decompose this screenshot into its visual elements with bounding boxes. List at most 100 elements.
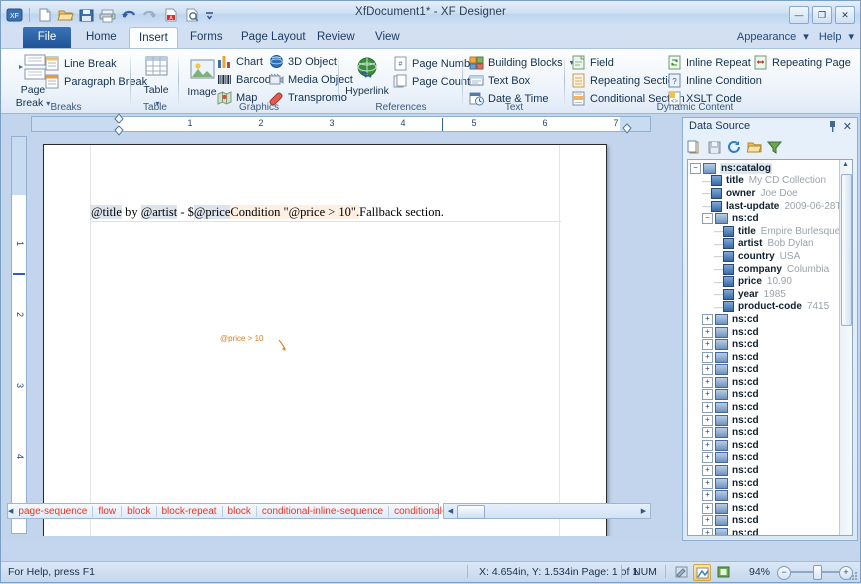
draft-view-icon[interactable] xyxy=(673,564,689,579)
tree-expander[interactable]: + xyxy=(702,414,713,426)
tree-expander[interactable]: + xyxy=(702,351,713,363)
resize-grip-icon[interactable] xyxy=(848,571,858,581)
repeating-page-button[interactable]: Repeating Page xyxy=(753,54,851,71)
tree-expander[interactable]: + xyxy=(702,528,713,535)
tree-scroll-up-arrow[interactable]: ▲ xyxy=(841,161,850,171)
inline-condition-button[interactable]: ? Inline Condition xyxy=(667,72,762,89)
ribbon-right-links[interactable]: Appearance ▾ Help ▾ xyxy=(730,30,854,43)
appearance-menu[interactable]: Appearance xyxy=(737,31,796,43)
tree-expander[interactable]: + xyxy=(702,402,713,414)
tree-node[interactable]: — title Empire Burlesque xyxy=(690,225,840,238)
tag-block[interactable]: block xyxy=(121,505,155,517)
conditional-inline-content[interactable]: Condition "@price > 10". xyxy=(230,205,360,219)
tree-expander[interactable]: + xyxy=(702,339,713,351)
tag-block-2[interactable]: block xyxy=(221,505,256,517)
table-button[interactable]: Table ▾ xyxy=(130,53,182,109)
tree-node[interactable]: + ns:cd xyxy=(690,414,839,427)
tree-node[interactable]: + ns:cd xyxy=(690,502,839,515)
tree-expander[interactable]: + xyxy=(702,439,713,451)
scroll-left-arrow[interactable]: ◀ xyxy=(444,504,457,517)
tree-expander[interactable]: + xyxy=(702,452,713,464)
new-data-source-icon[interactable] xyxy=(687,140,703,155)
tree-node[interactable]: + ns:cd xyxy=(690,426,839,439)
tab-page-layout[interactable]: Page Layout xyxy=(232,27,315,48)
tree-node[interactable]: — last-update 2009-06-28T15: xyxy=(690,200,852,213)
design-view-icon[interactable] xyxy=(693,564,711,581)
tree-node[interactable]: — owner Joe Doe xyxy=(690,187,839,200)
data-source-tree[interactable]: − ns:catalog — title My CD Collection — owner J… xyxy=(687,159,853,536)
tree-node[interactable]: — country USA xyxy=(690,250,839,263)
hyperlink-button[interactable]: Hyperlink xyxy=(339,54,395,97)
scroll-right-arrow[interactable]: ▶ xyxy=(637,504,650,517)
tree-node[interactable]: + ns:cd xyxy=(690,364,839,377)
tree-node[interactable]: + ns:cd xyxy=(690,477,839,490)
tree-node[interactable]: + ns:cd xyxy=(690,389,839,402)
tree-node[interactable]: + ns:cd xyxy=(690,439,839,452)
tab-home[interactable]: Home xyxy=(77,27,126,48)
tag-flow[interactable]: flow xyxy=(92,505,121,517)
line-break-button[interactable]: Line Break xyxy=(45,55,117,72)
tree-expander[interactable]: + xyxy=(702,326,713,338)
field-title[interactable]: @title xyxy=(91,205,122,219)
window-controls[interactable]: — ❐ ✕ xyxy=(789,6,855,24)
field-price[interactable]: @price xyxy=(193,205,231,219)
zoom-slider-handle[interactable] xyxy=(813,565,822,580)
tree-vertical-scrollbar[interactable]: ▲ xyxy=(839,160,852,535)
refresh-icon[interactable] xyxy=(727,140,743,155)
tree-node[interactable]: — price 10.90 xyxy=(690,275,839,288)
tree-node[interactable]: — company Columbia xyxy=(690,263,839,276)
tag-block-repeat[interactable]: block-repeat xyxy=(155,505,222,517)
field-button[interactable]: Field xyxy=(571,54,614,71)
tag-conditional-inline-sequence[interactable]: conditional-inline-sequence xyxy=(255,505,388,517)
chart-button[interactable]: Chart xyxy=(217,53,263,70)
tab-insert[interactable]: Insert xyxy=(129,27,178,48)
horizontal-ruler[interactable]: 1 2 3 4 5 6 7 xyxy=(31,113,651,136)
inline-repeat-button[interactable]: Inline Repeat xyxy=(667,54,751,71)
tree-node[interactable]: + ns:cd xyxy=(690,527,839,535)
field-artist[interactable]: @artist xyxy=(140,205,178,219)
3d-object-button[interactable]: 3D Object xyxy=(269,53,337,70)
tree-node[interactable]: + ns:cd xyxy=(690,338,839,351)
tree-expander[interactable]: + xyxy=(702,313,713,325)
close-icon[interactable]: ✕ xyxy=(843,120,852,133)
tree-node[interactable]: + ns:cd xyxy=(690,401,839,414)
tree-expander[interactable]: + xyxy=(702,502,713,514)
zoom-out-button[interactable]: − xyxy=(777,566,791,580)
save-data-source-icon[interactable] xyxy=(707,140,723,155)
tree-expander[interactable]: + xyxy=(702,364,713,376)
tree-expander[interactable]: + xyxy=(702,376,713,388)
help-menu[interactable]: Help xyxy=(819,31,842,43)
tree-node[interactable]: + ns:cd xyxy=(690,376,839,389)
vertical-ruler[interactable]: 1 2 3 4 xyxy=(11,136,27,534)
barcode-button[interactable]: Barcode xyxy=(217,71,277,88)
filter-icon[interactable] xyxy=(766,140,783,155)
page-count-button[interactable]: Page Count xyxy=(393,73,470,90)
tab-forms[interactable]: Forms xyxy=(181,27,232,48)
tree-expander[interactable]: + xyxy=(702,427,713,439)
help-caret[interactable]: ▾ xyxy=(848,31,854,43)
tree-scroll-thumb[interactable] xyxy=(841,174,852,326)
document-canvas[interactable]: @price > 10 @title by @artist - $@priceC… xyxy=(31,136,651,536)
ribbon-tab-strip[interactable]: File Home Insert Forms Page Layout Revie… xyxy=(1,27,860,48)
tree-node[interactable]: — product-code 7415 xyxy=(690,301,839,314)
tree-expander[interactable]: + xyxy=(702,490,713,502)
tag-page-sequence[interactable]: page-sequence xyxy=(13,506,92,517)
tree-expander[interactable]: − xyxy=(690,162,701,174)
tree-node[interactable]: + ns:cd xyxy=(690,452,839,465)
maximize-button[interactable]: ❐ xyxy=(812,6,832,24)
tree-node[interactable]: − ns:cd xyxy=(690,212,839,225)
tree-node[interactable]: + ns:cd xyxy=(690,351,839,364)
tree-expander[interactable]: + xyxy=(702,389,713,401)
tree-node[interactable]: + ns:cd xyxy=(690,313,839,326)
tab-view[interactable]: View xyxy=(366,27,409,48)
close-button[interactable]: ✕ xyxy=(835,6,855,24)
tree-expander[interactable]: + xyxy=(702,465,713,477)
tree-node[interactable]: — title My CD Collection xyxy=(690,175,839,188)
document-text-line[interactable]: @title by @artist - $@priceCondition "@p… xyxy=(91,205,561,222)
horizontal-scroll-thumb[interactable] xyxy=(457,505,485,519)
building-blocks-button[interactable]: Building Blocks ▾ xyxy=(469,54,574,71)
canvas-horizontal-scrollbar[interactable]: ◀ ▶ xyxy=(443,503,651,519)
tree-node[interactable]: + ns:cd xyxy=(690,515,839,528)
tab-review[interactable]: Review xyxy=(308,27,364,48)
tree-node[interactable]: − ns:catalog xyxy=(690,162,839,175)
